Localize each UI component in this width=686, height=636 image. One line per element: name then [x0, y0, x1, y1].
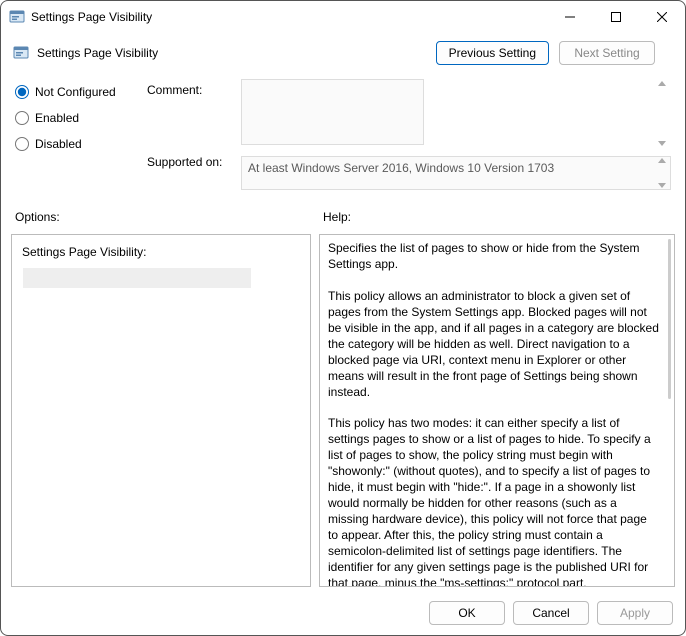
- close-button[interactable]: [639, 1, 685, 33]
- policy-icon: [13, 45, 29, 61]
- comment-label: Comment:: [147, 83, 229, 97]
- policy-title: Settings Page Visibility: [37, 46, 158, 60]
- scroll-up-icon: [658, 158, 666, 163]
- previous-setting-button[interactable]: Previous Setting: [436, 41, 549, 65]
- help-panel: Specifies the list of pages to show or h…: [319, 234, 675, 587]
- nav-buttons: Previous Setting Next Setting: [436, 41, 673, 65]
- supported-label: Supported on:: [147, 155, 229, 169]
- state-radio-group: Not Configured Enabled Disabled: [15, 79, 135, 190]
- supported-scroll[interactable]: [655, 156, 669, 190]
- comment-scroll[interactable]: [655, 79, 669, 148]
- section-labels: Options: Help:: [1, 196, 685, 230]
- comment-field-wrap: [241, 79, 671, 148]
- options-label: Options:: [15, 210, 323, 224]
- panels: Settings Page Visibility: Specifies the …: [1, 230, 685, 595]
- help-scrollbar-thumb[interactable]: [668, 239, 671, 399]
- radio-disabled-input[interactable]: [15, 137, 29, 151]
- radio-not-configured[interactable]: Not Configured: [15, 85, 135, 99]
- scroll-down-icon: [658, 183, 666, 188]
- comment-input[interactable]: [241, 79, 424, 145]
- supported-on-text: At least Windows Server 2016, Windows 10…: [248, 161, 554, 175]
- scroll-up-icon: [658, 81, 666, 86]
- field-labels: Comment: Supported on:: [147, 79, 229, 190]
- supported-on-field: At least Windows Server 2016, Windows 10…: [241, 156, 671, 190]
- options-panel: Settings Page Visibility:: [11, 234, 311, 587]
- radio-not-configured-input[interactable]: [15, 85, 29, 99]
- next-setting-button[interactable]: Next Setting: [559, 41, 655, 65]
- help-text: Specifies the list of pages to show or h…: [320, 235, 674, 586]
- settings-page-visibility-input: [22, 267, 252, 289]
- window-title: Settings Page Visibility: [31, 10, 152, 24]
- cancel-button[interactable]: Cancel: [513, 601, 589, 625]
- radio-not-configured-label: Not Configured: [35, 85, 116, 99]
- field-values: At least Windows Server 2016, Windows 10…: [241, 79, 671, 190]
- radio-enabled[interactable]: Enabled: [15, 111, 135, 125]
- apply-button[interactable]: Apply: [597, 601, 673, 625]
- supported-field-wrap: At least Windows Server 2016, Windows 10…: [241, 156, 671, 190]
- help-scrollbar[interactable]: [666, 235, 674, 586]
- scroll-down-icon: [658, 141, 666, 146]
- options-field-label: Settings Page Visibility:: [22, 245, 300, 259]
- window-controls: [547, 1, 685, 33]
- dialog-window: Settings Page Visibility Settings Page V…: [0, 0, 686, 636]
- titlebar: Settings Page Visibility: [1, 1, 685, 33]
- radio-enabled-label: Enabled: [35, 111, 79, 125]
- app-icon: [9, 9, 25, 25]
- radio-disabled[interactable]: Disabled: [15, 137, 135, 151]
- radio-enabled-input[interactable]: [15, 111, 29, 125]
- maximize-button[interactable]: [593, 1, 639, 33]
- help-label: Help:: [323, 210, 351, 224]
- footer: OK Cancel Apply: [1, 595, 685, 635]
- ok-button[interactable]: OK: [429, 601, 505, 625]
- policy-header: Settings Page Visibility Previous Settin…: [1, 33, 685, 69]
- minimize-button[interactable]: [547, 1, 593, 33]
- config-row: Not Configured Enabled Disabled Comment:…: [1, 69, 685, 196]
- radio-disabled-label: Disabled: [35, 137, 82, 151]
